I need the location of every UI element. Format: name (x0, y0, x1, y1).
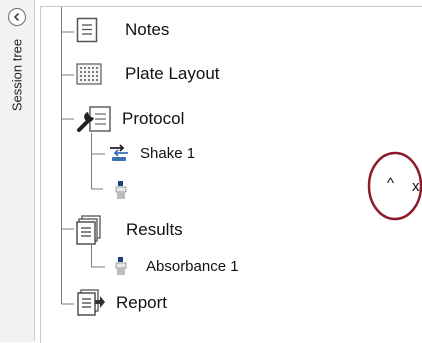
tree-item-results[interactable]: Results (76, 215, 183, 245)
tree-item-notes[interactable]: Notes (76, 17, 169, 43)
tree-item-report[interactable]: Report (76, 289, 167, 317)
protocol-icon (76, 105, 116, 133)
tree-item-results-absorbance-1[interactable]: Absorbance 1 (114, 256, 239, 276)
tree-label-results-absorbance-1: Absorbance 1 (146, 257, 239, 275)
tree-label-report: Report (116, 293, 168, 312)
tree-item-shake-1[interactable]: Shake 1 (108, 143, 195, 163)
tree-label-absorbance-1: Absorbance 1 (144, 181, 237, 199)
session-tree-rail: Session tree (0, 0, 35, 342)
notes-icon (76, 17, 98, 43)
tree-label-results: Results (126, 220, 183, 239)
tree-label-protocol: Protocol (122, 109, 185, 128)
tree-label-plate-layout: Plate Layout (125, 64, 220, 83)
collapse-left-icon[interactable] (8, 8, 26, 26)
remove-step-button[interactable]: x (412, 178, 420, 195)
tree-label-shake-1: Shake 1 (140, 144, 196, 162)
report-icon (76, 289, 106, 317)
tree-label-notes: Notes (125, 20, 170, 39)
shake-icon (108, 143, 130, 163)
rail-title[interactable]: Session tree (10, 39, 25, 111)
tree-item-absorbance-1[interactable]: Absorbance 1 (114, 180, 237, 200)
plate-layout-icon (76, 63, 102, 85)
tree-item-plate-layout[interactable]: Plate Layout (76, 63, 220, 85)
absorbance-icon (114, 256, 128, 276)
move-up-button[interactable]: ^ (387, 175, 394, 192)
tree-item-protocol[interactable]: Protocol (76, 105, 184, 133)
absorbance-icon (114, 180, 128, 200)
results-icon (76, 215, 102, 245)
